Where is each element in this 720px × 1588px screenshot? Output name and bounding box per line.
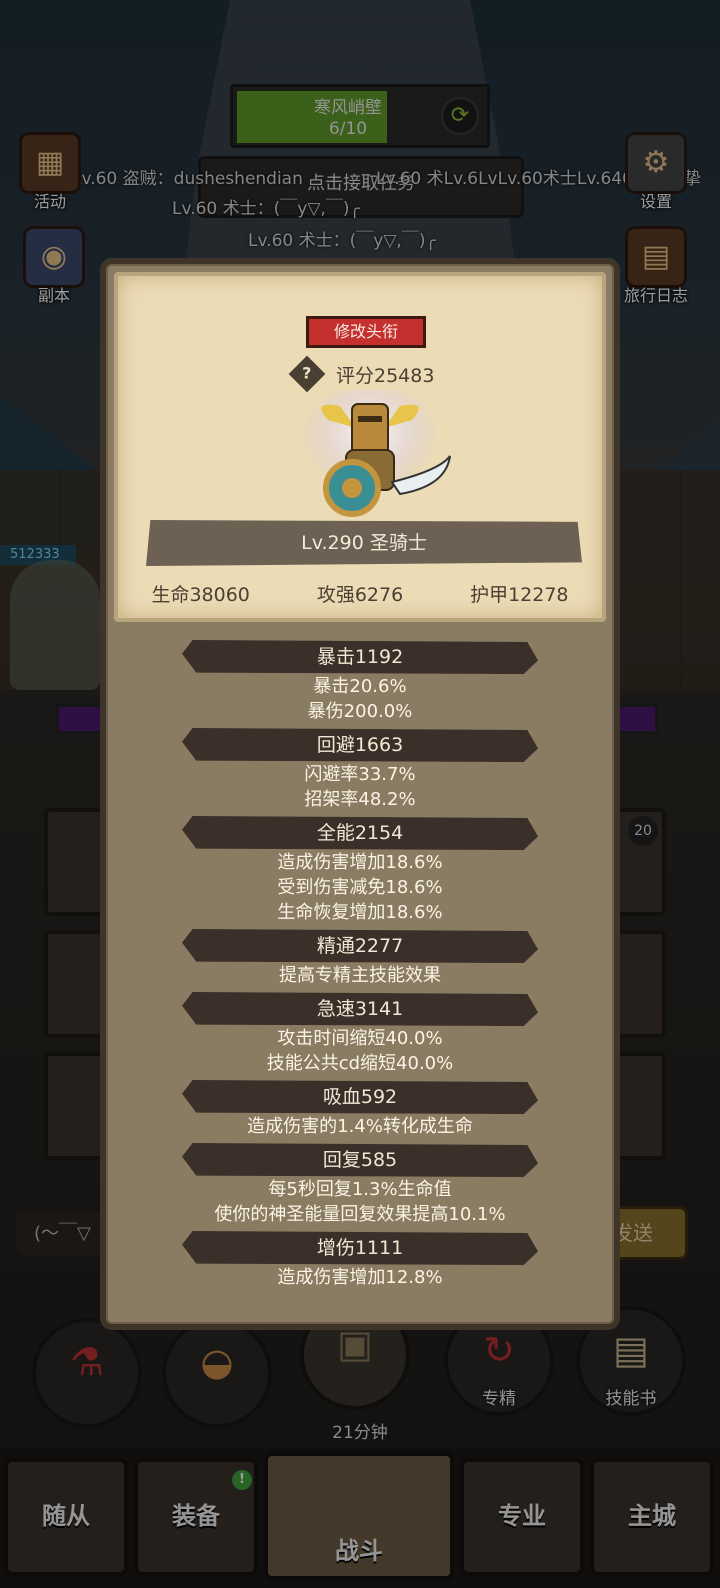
stat-detail: 每5秒回复1.3%生命值: [268, 1179, 452, 1200]
stat-header: 吸血592: [182, 1080, 538, 1114]
attack-stat: 攻强6276: [316, 584, 404, 606]
stat-detail: 暴伤200.0%: [307, 701, 413, 722]
paladin-portrait: [300, 390, 451, 517]
stat-header: 全能2154: [182, 816, 538, 850]
stat-detail: 造成伤害增加12.8%: [277, 1267, 443, 1288]
change-title-button[interactable]: 修改头衔: [306, 316, 426, 348]
stat-header: 回避1663: [182, 728, 538, 762]
stat-detail: 提高专精主技能效果: [279, 965, 441, 986]
help-icon[interactable]: ?: [288, 355, 326, 393]
stat-detail: 造成伤害增加18.6%: [277, 852, 443, 873]
score-value: 评分25483: [336, 364, 435, 387]
stat-detail: 造成伤害的1.4%转化成生命: [247, 1116, 473, 1137]
armor-stat: 护甲12278: [470, 584, 569, 606]
stat-detail: 招架率48.2%: [304, 789, 416, 810]
core-stats: 生命38060 攻强6276 护甲12278: [118, 580, 602, 607]
stat-detail: 闪避率33.7%: [304, 764, 416, 785]
stat-detail: 技能公共cd缩短40.0%: [266, 1053, 454, 1074]
stat-header: 增伤1111: [182, 1231, 538, 1265]
stat-detail: 受到伤害减免18.6%: [277, 877, 443, 898]
stat-detail: 暴击20.6%: [313, 676, 407, 697]
character-panel: 修改头衔 ? 评分25483 Lv.290 圣骑士 生命38060 攻强6276…: [100, 258, 620, 1330]
stat-header: 急速3141: [182, 992, 538, 1026]
stat-header: 回复585: [182, 1143, 538, 1177]
stat-header: 精通2277: [182, 929, 538, 963]
stat-header: 暴击1192: [182, 640, 538, 674]
character-card: 修改头衔 ? 评分25483 Lv.290 圣骑士 生命38060 攻强6276…: [114, 272, 606, 622]
stat-detail: 使你的神圣能量回复效果提高10.1%: [214, 1204, 506, 1225]
score-row: ? 评分25483: [288, 355, 435, 393]
character-name: Lv.290 圣骑士: [146, 520, 582, 566]
stat-detail: 生命恢复增加18.6%: [277, 902, 443, 923]
hp-stat: 生命38060: [151, 584, 250, 606]
stat-list: 暴击1192 暴击20.6% 暴伤200.0% 回避1663 闪避率33.7% 招架率48…: [106, 636, 614, 1290]
stat-detail: 攻击时间缩短40.0%: [277, 1028, 443, 1049]
